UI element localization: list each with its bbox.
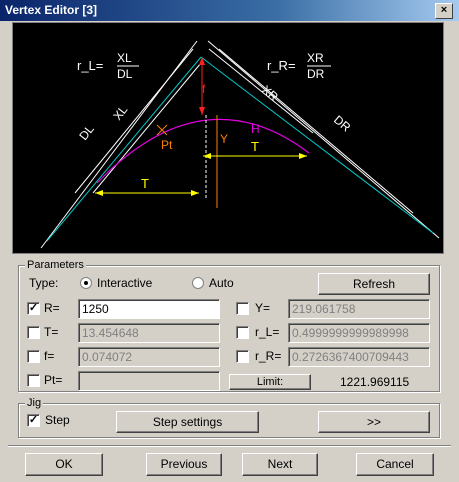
formula-left-lhs: r_L= xyxy=(77,58,103,73)
refresh-button[interactable]: Refresh xyxy=(318,273,430,295)
t-checkbox[interactable] xyxy=(27,326,40,339)
formula-right-lhs: r_R= xyxy=(267,58,296,73)
footer-divider xyxy=(8,445,451,447)
f-label: f xyxy=(202,82,206,96)
y-label: Y= xyxy=(255,301,271,315)
r-l-label: r_L= xyxy=(255,325,280,339)
t-label: T= xyxy=(44,325,59,339)
curve-diagram: r_L= XL DL r_R= XR DR DL XL XR DR f Y H … xyxy=(40,40,440,249)
preview-canvas: r_L= XL DL r_R= XR DR DL XL XR DR f Y H … xyxy=(12,22,444,254)
r-r-label: r_R= xyxy=(255,349,282,363)
parameters-group-label: Parameters xyxy=(25,259,86,271)
r-r-input[interactable]: 0.2726367400709443 xyxy=(288,347,430,367)
previous-button[interactable]: Previous xyxy=(146,453,222,476)
t-left-label: T xyxy=(141,176,149,191)
formula-right-num: XR xyxy=(307,51,324,65)
r-label: R= xyxy=(44,301,60,315)
limit-value: 1221.969115 xyxy=(340,375,410,389)
step-checkbox[interactable]: ✓ xyxy=(27,414,40,427)
tangent-left-line xyxy=(46,56,202,242)
formula-right-den: DR xyxy=(307,67,325,81)
pt-checkbox[interactable] xyxy=(27,374,40,387)
jig-group-label: Jig xyxy=(25,397,44,409)
pt-label: Pt= xyxy=(44,373,63,387)
pt-input[interactable] xyxy=(78,371,220,391)
dr-label: DR xyxy=(331,113,354,135)
r-l-checkbox[interactable] xyxy=(236,326,249,339)
f-checkbox[interactable] xyxy=(27,350,40,363)
xl-label: XL xyxy=(110,102,130,122)
formula-left-den: DL xyxy=(117,67,133,81)
step-label[interactable]: Step xyxy=(45,413,70,427)
r-r-checkbox[interactable] xyxy=(236,350,249,363)
formula-left-num: XL xyxy=(117,51,132,65)
y-label: Y xyxy=(220,132,228,146)
dl-label: DL xyxy=(76,122,97,143)
r-input[interactable]: 1250 xyxy=(78,299,220,319)
window-title: Vertex Editor [3] xyxy=(5,3,98,17)
forward-button[interactable]: >> xyxy=(318,411,430,433)
pt-label: Pt xyxy=(161,138,173,152)
tangent-right-line xyxy=(200,56,434,234)
t-input[interactable]: 13.454648 xyxy=(78,323,220,343)
h-label: H xyxy=(251,122,260,136)
t-right-label: T xyxy=(251,139,259,154)
y-checkbox[interactable] xyxy=(236,302,249,315)
arc-curve xyxy=(96,118,310,184)
type-label: Type: xyxy=(29,276,59,290)
close-button[interactable]: × xyxy=(435,3,453,19)
next-button[interactable]: Next xyxy=(242,453,318,476)
f-label: f= xyxy=(44,349,55,363)
f-input[interactable]: 0.074072 xyxy=(78,347,220,367)
step-settings-button[interactable]: Step settings xyxy=(116,411,259,433)
interactive-radio[interactable] xyxy=(80,277,92,289)
y-input[interactable]: 219.061758 xyxy=(288,299,430,319)
ok-button[interactable]: OK xyxy=(25,453,103,476)
auto-radio[interactable] xyxy=(192,277,204,289)
limit-button[interactable]: Limit: xyxy=(229,374,311,390)
auto-label[interactable]: Auto xyxy=(209,276,234,290)
r-checkbox[interactable]: ✓ xyxy=(27,302,40,315)
cancel-button[interactable]: Cancel xyxy=(356,453,434,476)
r-l-input[interactable]: 0.4999999999989998 xyxy=(288,323,430,343)
interactive-label[interactable]: Interactive xyxy=(97,276,152,290)
xl-dim-line xyxy=(92,62,202,194)
